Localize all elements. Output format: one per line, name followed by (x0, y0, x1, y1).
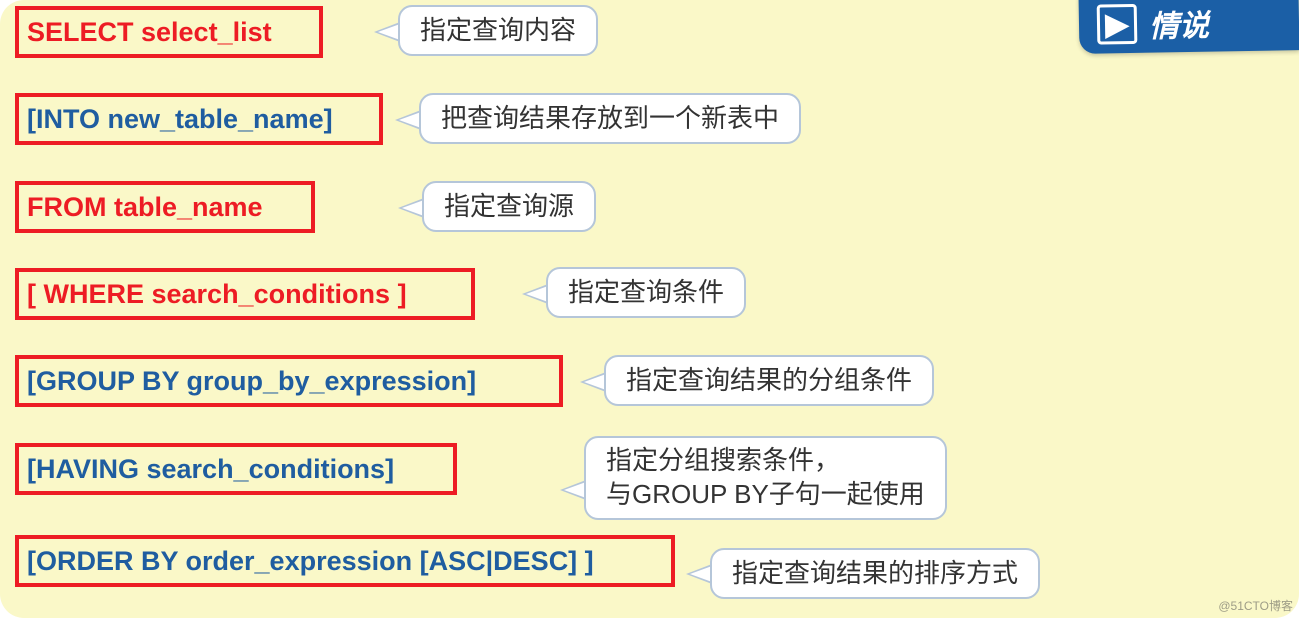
sql-text: [ WHERE search_conditions ] (27, 279, 407, 310)
watermark: @51CTO博客 (1218, 597, 1293, 614)
sql-clause-groupby: [GROUP BY group_by_expression] (15, 355, 563, 407)
sql-clause-select: SELECT select_list (15, 6, 323, 58)
sql-clause-from: FROM table_name (15, 181, 315, 233)
sql-clause-orderby: [ORDER BY order_expression [ASC|DESC] ] (15, 535, 675, 587)
sql-clause-having: [HAVING search_conditions] (15, 443, 457, 495)
bubble-into: 把查询结果存放到一个新表中 (419, 93, 801, 144)
bubble-select: 指定查询内容 (398, 5, 598, 56)
sql-text: [HAVING search_conditions] (27, 454, 394, 485)
diagram-canvas: ▶ 情说 SELECT select_list 指定查询内容 [INTO new… (0, 0, 1299, 618)
bubble-text: 指定查询结果的分组条件 (626, 363, 912, 398)
sql-text: [INTO new_table_name] (27, 104, 333, 135)
corner-text: 情说 (1149, 1, 1210, 46)
bubble-from: 指定查询源 (422, 181, 596, 232)
sql-text: SELECT select_list (27, 17, 272, 48)
bubble-text: 指定查询结果的排序方式 (732, 556, 1018, 591)
sql-text: [ORDER BY order_expression [ASC|DESC] ] (27, 546, 594, 577)
sql-clause-where: [ WHERE search_conditions ] (15, 268, 475, 320)
bubble-where: 指定查询条件 (546, 267, 746, 318)
sql-clause-into: [INTO new_table_name] (15, 93, 383, 145)
bubble-text: 把查询结果存放到一个新表中 (441, 101, 779, 136)
corner-banner: ▶ 情说 (1079, 0, 1299, 54)
play-icon: ▶ (1097, 4, 1138, 45)
bubble-text: 指定分组搜索条件， 与GROUP BY子句一起使用 (606, 444, 925, 512)
sql-text: [GROUP BY group_by_expression] (27, 366, 476, 397)
bubble-text: 指定查询内容 (420, 13, 576, 48)
bubble-text: 指定查询条件 (568, 275, 724, 310)
bubble-groupby: 指定查询结果的分组条件 (604, 355, 934, 406)
sql-text: FROM table_name (27, 192, 263, 223)
bubble-text: 指定查询源 (444, 189, 574, 224)
bubble-having: 指定分组搜索条件， 与GROUP BY子句一起使用 (584, 436, 947, 520)
bubble-orderby: 指定查询结果的排序方式 (710, 548, 1040, 599)
